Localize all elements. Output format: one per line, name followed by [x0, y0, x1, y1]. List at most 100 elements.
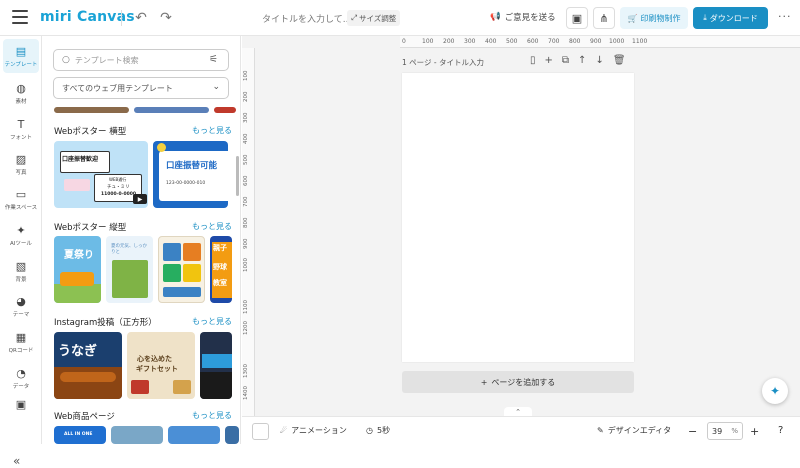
page-title-input[interactable]: 1 ページ - タイトル入力 — [402, 57, 484, 68]
rail-label: フォント — [9, 135, 32, 141]
template-thumbnail[interactable]: うなぎ — [54, 332, 122, 399]
rail-item-fonts[interactable]: T フォント — [0, 112, 42, 146]
see-more-link[interactable]: もっと見る — [192, 316, 232, 327]
thumb-text: WEB通行 — [109, 177, 127, 182]
template-thumbnail[interactable]: 口座振替歓迎 WEB通行 チュ・ミリ 11000-0-0000 ▶ — [54, 141, 148, 208]
thumb-text: チュ・ミリ — [107, 185, 130, 190]
template-thumbnail[interactable]: 親子 野球 教室 — [210, 236, 232, 303]
see-more-link[interactable]: もっと見る — [192, 410, 232, 421]
template-category-select[interactable]: すべてのウェブ用テンプレート ⌄ — [53, 77, 229, 99]
help-icon[interactable]: ? — [778, 425, 783, 436]
template-thumbnail[interactable] — [158, 236, 205, 303]
design-editor-button[interactable]: ✎ デザインエディタ — [597, 425, 671, 436]
thumbnail-row-partial — [54, 107, 236, 113]
expand-pages-icon[interactable]: ⌃ — [504, 407, 532, 416]
top-bar: miri Canvas ↶ ↷ タイトルを入力して... ⤢ サイズ調整 📢 ご意見… — [0, 0, 800, 36]
template-thumbnail[interactable] — [111, 426, 163, 444]
template-thumbnail[interactable]: 口座振替可能 123-00-0000-010 — [153, 141, 228, 208]
print-order-button[interactable]: 🛒 印刷物制作 — [620, 7, 688, 29]
rail-item-background[interactable]: ▧ 背景 — [0, 254, 42, 288]
menu-icon[interactable] — [12, 10, 28, 24]
thumb-text: ギフトセット — [136, 365, 178, 373]
rail-item-photos[interactable]: ▨ 写真 — [0, 147, 42, 181]
zoom-input[interactable]: 39 % — [707, 422, 743, 440]
ruler-label: 0 — [402, 38, 406, 45]
rail-label: QRコード — [8, 348, 34, 354]
design-page[interactable] — [402, 73, 634, 362]
collapse-panel-icon[interactable]: « — [13, 454, 20, 468]
template-search-input[interactable]: ○ テンプレート検索 — [53, 49, 229, 71]
more-options-icon[interactable]: ··· — [778, 10, 792, 23]
ruler-label: 300 — [464, 38, 476, 45]
template-thumbnail[interactable]: 夏祭り — [54, 236, 101, 303]
zoom-out-icon[interactable]: − — [688, 425, 697, 438]
move-down-icon[interactable]: ↓ — [595, 55, 603, 66]
download-button[interactable]: ⤓ ダウンロード — [693, 7, 768, 29]
page-notes-icon[interactable]: ▯ — [530, 55, 536, 66]
ruler-label: 1400 — [243, 386, 249, 400]
feedback-button[interactable]: 📢 ご意見を送る — [490, 11, 556, 23]
see-more-link[interactable]: もっと見る — [192, 125, 232, 136]
add-page-icon[interactable]: + — [545, 55, 553, 66]
thumb-text: 夏の元気、しっかりと — [111, 244, 147, 255]
panel-scrollbar[interactable] — [236, 156, 239, 196]
template-thumbnail[interactable]: 心を込めた ギフトセット — [127, 332, 195, 399]
filter-icon[interactable]: ⚟ — [209, 54, 218, 65]
rail-item-more[interactable]: ▣ — [0, 392, 42, 416]
page-thumbnail[interactable] — [252, 423, 269, 440]
see-more-link[interactable]: もっと見る — [192, 221, 232, 232]
duplicate-page-icon[interactable]: ⧉ — [562, 55, 569, 66]
template-thumbnail[interactable] — [54, 107, 129, 113]
template-thumbnail[interactable] — [214, 107, 236, 113]
template-panel: ○ テンプレート検索 ⚟ すべてのウェブ用テンプレート ⌄ Webポスター 横型… — [43, 36, 241, 444]
zoom-value: 39 — [712, 426, 723, 436]
thumb-text: 口座振替歓迎 — [62, 156, 99, 163]
ruler-label: 400 — [243, 133, 249, 145]
animation-button[interactable]: ☄ アニメーション — [280, 425, 347, 436]
rail-item-data[interactable]: ◔ データ — [0, 361, 42, 395]
section-title: Instagram投稿（正方形） — [54, 318, 157, 328]
resize-icon: ⤢ — [351, 13, 357, 22]
rail-item-workspace[interactable]: ▭ 作業スペース — [0, 182, 42, 216]
template-thumbnail[interactable] — [168, 426, 220, 444]
palette-icon: ◕ — [16, 294, 26, 308]
ruler-label: 400 — [485, 38, 497, 45]
rail-label: 作業スペース — [4, 205, 38, 211]
rail-item-theme[interactable]: ◕ テーマ — [0, 289, 42, 323]
ruler-horizontal: 0 100 200 300 400 500 600 700 800 900 10… — [400, 36, 800, 48]
ai-assistant-button[interactable]: ✦ — [762, 378, 788, 404]
rail-item-elements[interactable]: ◍ 素材 — [0, 76, 42, 110]
rail-label: テンプレート — [4, 62, 38, 68]
add-page-button[interactable]: + ページを追加する — [402, 371, 634, 393]
save-button[interactable]: ▣ — [566, 7, 588, 29]
section-title: Webポスター 縦型 — [54, 223, 127, 233]
template-thumbnail[interactable] — [225, 426, 239, 444]
document-title-input[interactable]: タイトルを入力して... — [262, 12, 351, 25]
template-thumbnail[interactable]: 夏の元気、しっかりと — [106, 236, 153, 303]
ruler-label: 1000 — [609, 38, 625, 45]
workspace-icon: ▭ — [15, 187, 27, 201]
ruler-label: 800 — [569, 38, 581, 45]
rail-item-ai-tools[interactable]: ✦ AIツール — [0, 218, 42, 252]
ruler-label: 1000 — [243, 258, 249, 272]
template-thumbnail[interactable]: ALL IN ONE — [54, 426, 106, 444]
template-thumbnail[interactable] — [134, 107, 209, 113]
feedback-label: ご意見を送る — [504, 13, 556, 23]
page-toolbar: ▯ + ⧉ ↑ ↓ 🗑 — [530, 55, 626, 66]
thumb-text: 123-00-0000-010 — [166, 181, 206, 186]
undo-icon[interactable]: ↶ — [131, 8, 151, 28]
template-thumbnail[interactable] — [200, 332, 232, 399]
redo-icon[interactable]: ↷ — [156, 8, 176, 28]
cart-icon: 🛒 — [627, 13, 638, 23]
resize-button[interactable]: ⤢ サイズ調整 — [347, 10, 401, 26]
duration-button[interactable]: ◷ 5秒 — [366, 425, 390, 436]
share-button[interactable]: ⋔ — [593, 7, 615, 29]
zoom-in-icon[interactable]: + — [750, 425, 759, 438]
data-chart-icon: ◔ — [16, 366, 26, 380]
rail-item-qr[interactable]: ▦ QRコード — [0, 325, 42, 359]
ruler-label: 200 — [443, 38, 455, 45]
text-icon: T — [17, 117, 25, 131]
delete-page-icon[interactable]: 🗑 — [613, 55, 626, 66]
move-up-icon[interactable]: ↑ — [578, 55, 586, 66]
rail-item-templates[interactable]: ▤ テンプレート — [3, 39, 39, 73]
